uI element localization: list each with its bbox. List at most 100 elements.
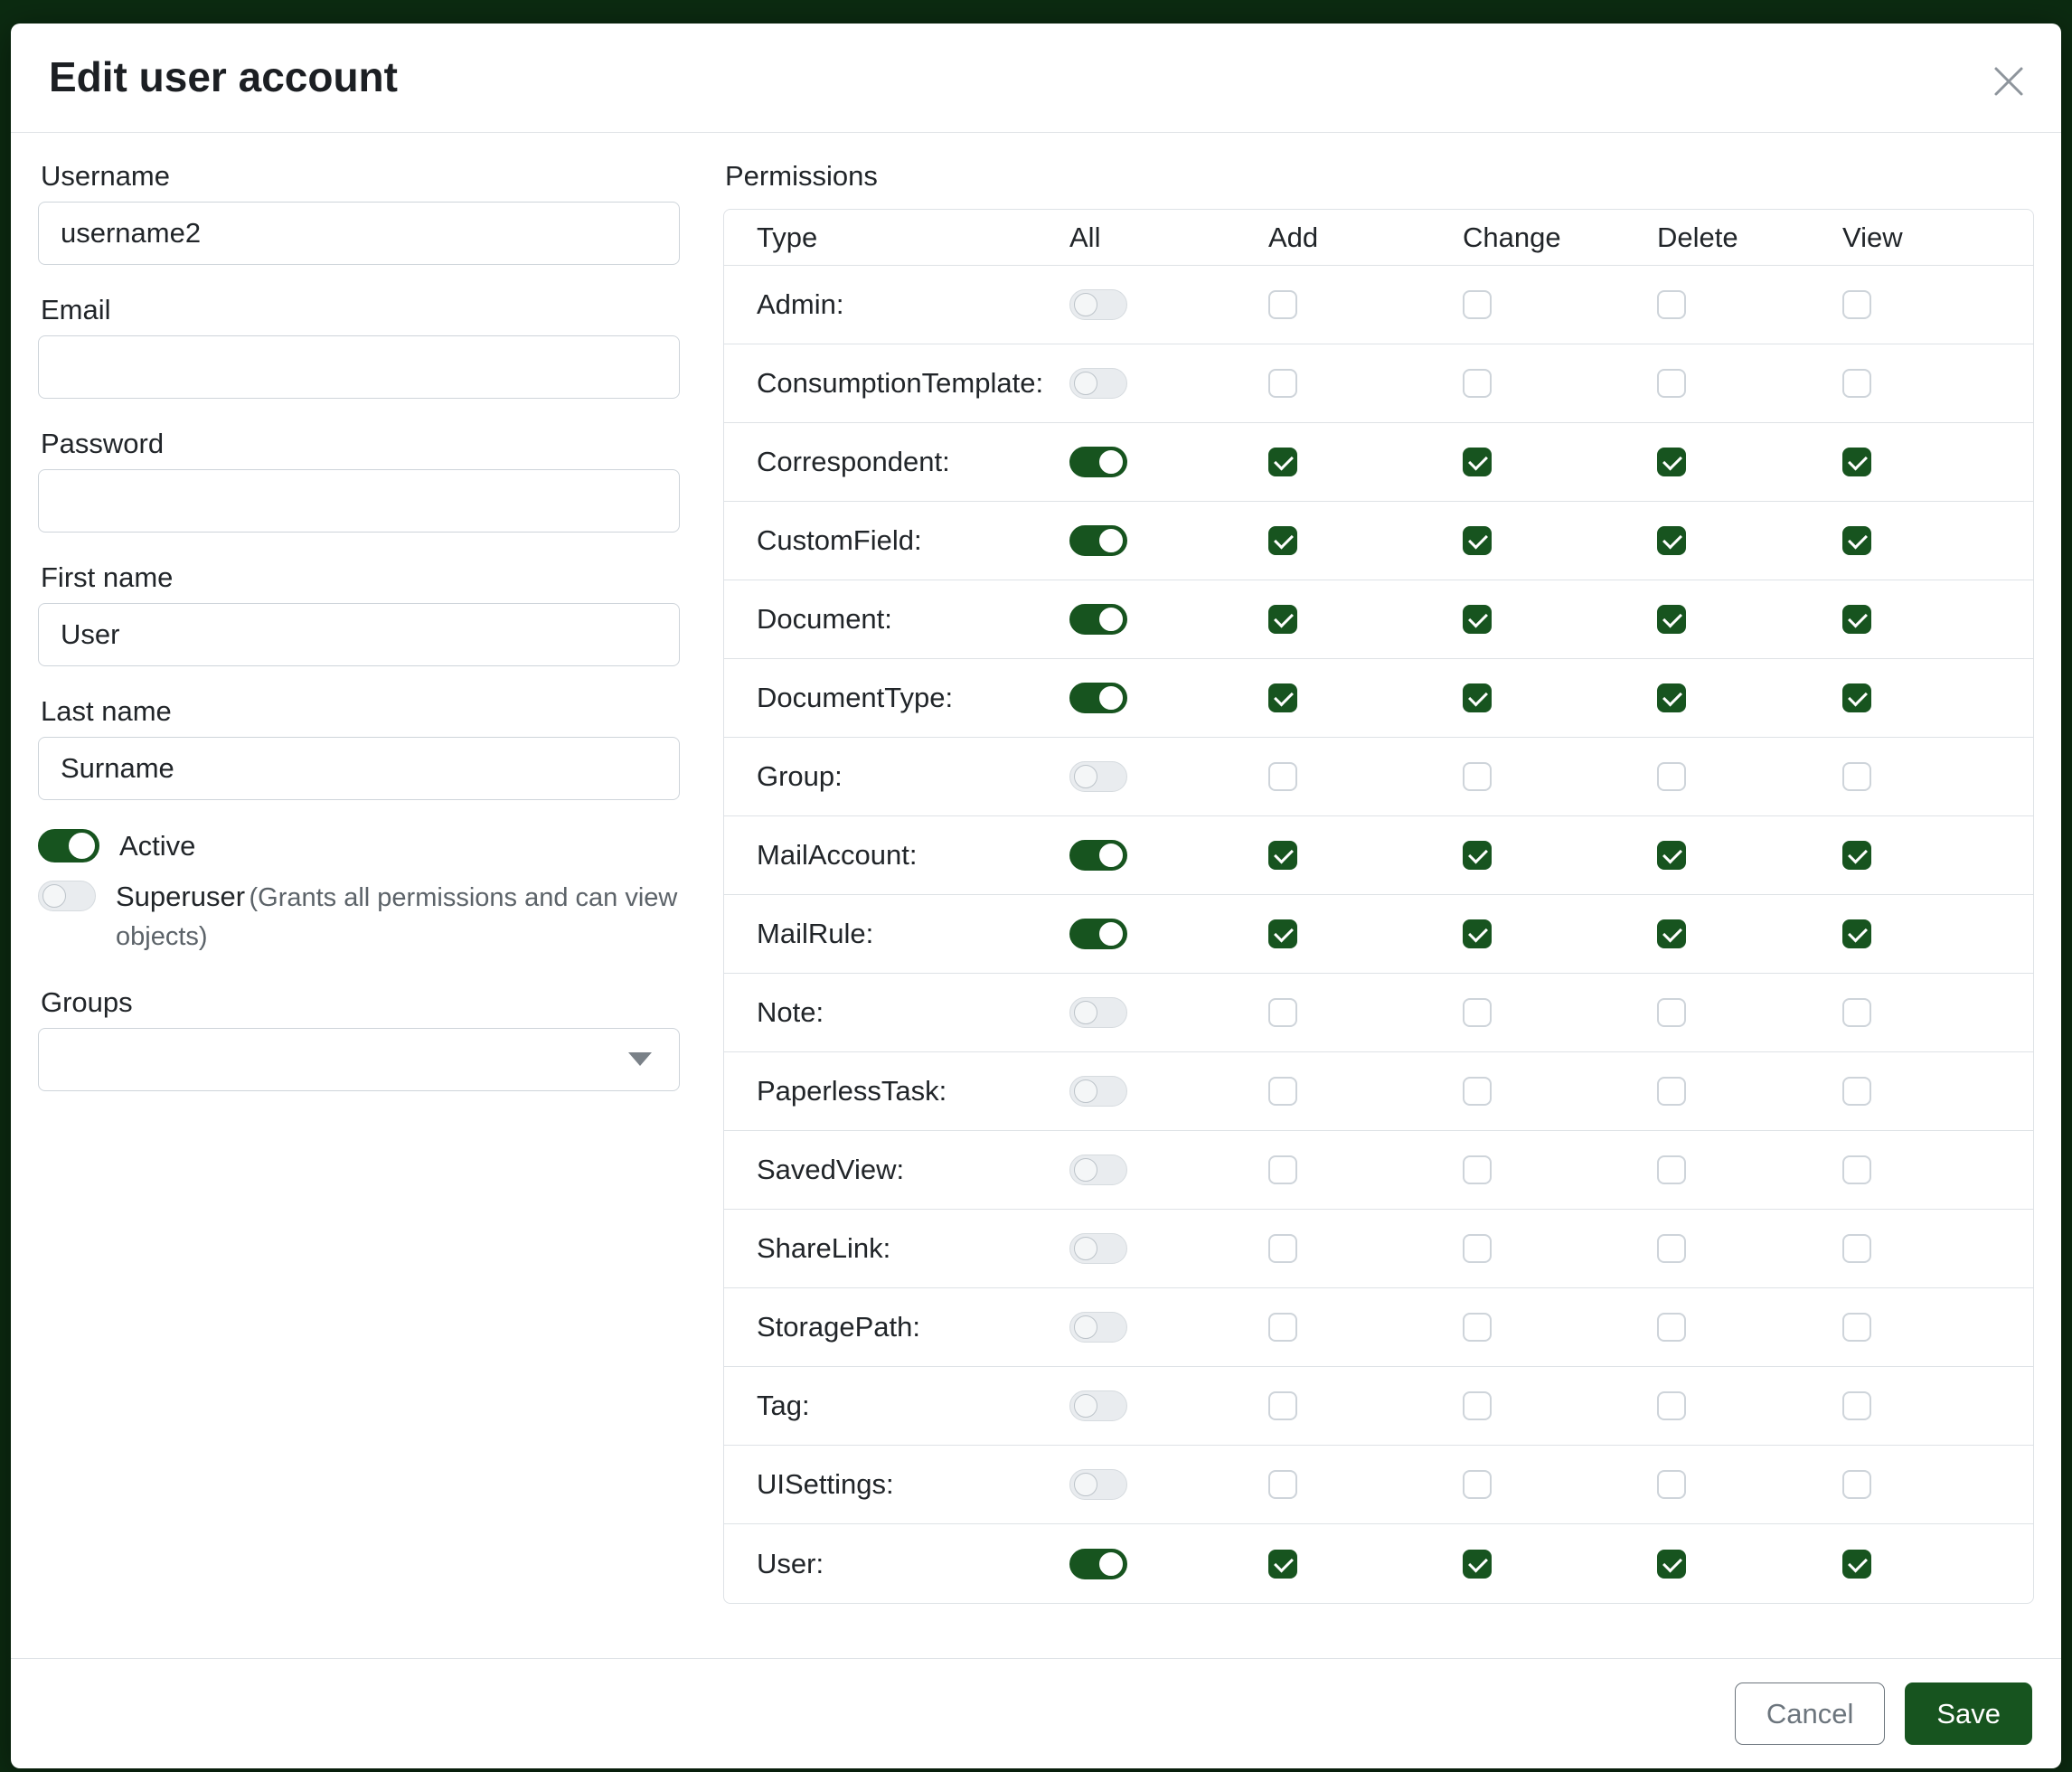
permission-change-checkbox[interactable] xyxy=(1463,605,1492,634)
permission-add-checkbox[interactable] xyxy=(1268,448,1297,476)
permission-view-checkbox[interactable] xyxy=(1842,290,1871,319)
permission-change-checkbox[interactable] xyxy=(1463,998,1492,1027)
permission-all-toggle[interactable] xyxy=(1069,761,1127,792)
permission-change-checkbox[interactable] xyxy=(1463,1155,1492,1184)
permission-all-toggle[interactable] xyxy=(1069,840,1127,871)
permission-view-checkbox[interactable] xyxy=(1842,1313,1871,1342)
permission-delete-checkbox[interactable] xyxy=(1657,526,1686,555)
permission-change-checkbox[interactable] xyxy=(1463,919,1492,948)
username-input[interactable] xyxy=(38,202,680,265)
permission-all-toggle[interactable] xyxy=(1069,604,1127,635)
permission-view-checkbox[interactable] xyxy=(1842,998,1871,1027)
permission-all-toggle[interactable] xyxy=(1069,683,1127,713)
permission-view-checkbox[interactable] xyxy=(1842,841,1871,870)
permission-add-checkbox[interactable] xyxy=(1268,1470,1297,1499)
permission-delete-checkbox[interactable] xyxy=(1657,1077,1686,1106)
active-toggle[interactable] xyxy=(38,829,99,862)
save-button[interactable]: Save xyxy=(1905,1682,2032,1745)
permission-view-checkbox[interactable] xyxy=(1842,1234,1871,1263)
permission-change-checkbox[interactable] xyxy=(1463,1550,1492,1579)
permission-view-checkbox[interactable] xyxy=(1842,683,1871,712)
permission-delete-checkbox[interactable] xyxy=(1657,1470,1686,1499)
password-input[interactable] xyxy=(38,469,680,533)
permission-change-checkbox[interactable] xyxy=(1463,1313,1492,1342)
permission-change-checkbox[interactable] xyxy=(1463,1391,1492,1420)
permission-view-checkbox[interactable] xyxy=(1842,1077,1871,1106)
permission-delete-checkbox[interactable] xyxy=(1657,683,1686,712)
permission-delete-checkbox[interactable] xyxy=(1657,841,1686,870)
permission-change-checkbox[interactable] xyxy=(1463,1470,1492,1499)
permission-add-checkbox[interactable] xyxy=(1268,1234,1297,1263)
permission-change-checkbox[interactable] xyxy=(1463,683,1492,712)
toggle-knob xyxy=(1074,1473,1097,1496)
permission-all-toggle[interactable] xyxy=(1069,1469,1127,1500)
permission-add-checkbox[interactable] xyxy=(1268,1077,1297,1106)
permission-add-checkbox[interactable] xyxy=(1268,1550,1297,1579)
permission-view-checkbox[interactable] xyxy=(1842,1470,1871,1499)
permission-delete-checkbox[interactable] xyxy=(1657,1313,1686,1342)
permission-all-toggle[interactable] xyxy=(1069,525,1127,556)
permission-all-toggle[interactable] xyxy=(1069,368,1127,399)
superuser-toggle[interactable] xyxy=(38,881,96,911)
permission-all-toggle[interactable] xyxy=(1069,997,1127,1028)
permission-add-checkbox[interactable] xyxy=(1268,762,1297,791)
permission-change-cell xyxy=(1463,1470,1657,1499)
permission-add-checkbox[interactable] xyxy=(1268,1313,1297,1342)
last-name-input[interactable] xyxy=(38,737,680,800)
permission-all-toggle[interactable] xyxy=(1069,1155,1127,1185)
permission-view-checkbox[interactable] xyxy=(1842,1550,1871,1579)
permission-add-checkbox[interactable] xyxy=(1268,998,1297,1027)
permission-all-toggle[interactable] xyxy=(1069,1233,1127,1264)
permission-delete-checkbox[interactable] xyxy=(1657,1155,1686,1184)
permission-add-checkbox[interactable] xyxy=(1268,919,1297,948)
email-input[interactable] xyxy=(38,335,680,399)
permission-add-checkbox[interactable] xyxy=(1268,526,1297,555)
permission-change-checkbox[interactable] xyxy=(1463,1234,1492,1263)
permission-all-toggle[interactable] xyxy=(1069,447,1127,477)
permission-change-checkbox[interactable] xyxy=(1463,290,1492,319)
permission-add-checkbox[interactable] xyxy=(1268,841,1297,870)
permission-view-checkbox[interactable] xyxy=(1842,369,1871,398)
close-button[interactable] xyxy=(1983,56,2034,107)
groups-select[interactable] xyxy=(38,1028,680,1091)
permission-delete-checkbox[interactable] xyxy=(1657,1550,1686,1579)
permission-view-checkbox[interactable] xyxy=(1842,919,1871,948)
permission-row: CustomField: xyxy=(724,502,2033,580)
permission-add-checkbox[interactable] xyxy=(1268,369,1297,398)
permission-change-checkbox[interactable] xyxy=(1463,526,1492,555)
permission-add-checkbox[interactable] xyxy=(1268,1391,1297,1420)
cancel-button[interactable]: Cancel xyxy=(1735,1682,1886,1745)
permission-view-checkbox[interactable] xyxy=(1842,448,1871,476)
permission-all-toggle[interactable] xyxy=(1069,289,1127,320)
permission-change-checkbox[interactable] xyxy=(1463,841,1492,870)
permission-delete-checkbox[interactable] xyxy=(1657,1234,1686,1263)
permission-delete-checkbox[interactable] xyxy=(1657,605,1686,634)
permission-delete-checkbox[interactable] xyxy=(1657,919,1686,948)
permission-view-checkbox[interactable] xyxy=(1842,605,1871,634)
permission-delete-checkbox[interactable] xyxy=(1657,290,1686,319)
permission-view-checkbox[interactable] xyxy=(1842,1155,1871,1184)
permission-view-checkbox[interactable] xyxy=(1842,762,1871,791)
permission-add-checkbox[interactable] xyxy=(1268,290,1297,319)
permission-all-toggle[interactable] xyxy=(1069,1390,1127,1421)
permission-change-checkbox[interactable] xyxy=(1463,762,1492,791)
permission-add-checkbox[interactable] xyxy=(1268,605,1297,634)
permission-all-toggle[interactable] xyxy=(1069,1076,1127,1107)
permission-delete-checkbox[interactable] xyxy=(1657,998,1686,1027)
permission-view-checkbox[interactable] xyxy=(1842,526,1871,555)
permission-change-checkbox[interactable] xyxy=(1463,369,1492,398)
permission-add-checkbox[interactable] xyxy=(1268,1155,1297,1184)
first-name-input[interactable] xyxy=(38,603,680,666)
permission-delete-checkbox[interactable] xyxy=(1657,1391,1686,1420)
permission-all-toggle[interactable] xyxy=(1069,1549,1127,1579)
permission-delete-checkbox[interactable] xyxy=(1657,369,1686,398)
toggle-knob xyxy=(1099,450,1123,474)
permission-change-checkbox[interactable] xyxy=(1463,448,1492,476)
permission-change-checkbox[interactable] xyxy=(1463,1077,1492,1106)
permission-all-toggle[interactable] xyxy=(1069,919,1127,949)
permission-delete-checkbox[interactable] xyxy=(1657,448,1686,476)
permission-all-toggle[interactable] xyxy=(1069,1312,1127,1343)
permission-add-checkbox[interactable] xyxy=(1268,683,1297,712)
permission-delete-checkbox[interactable] xyxy=(1657,762,1686,791)
permission-view-checkbox[interactable] xyxy=(1842,1391,1871,1420)
